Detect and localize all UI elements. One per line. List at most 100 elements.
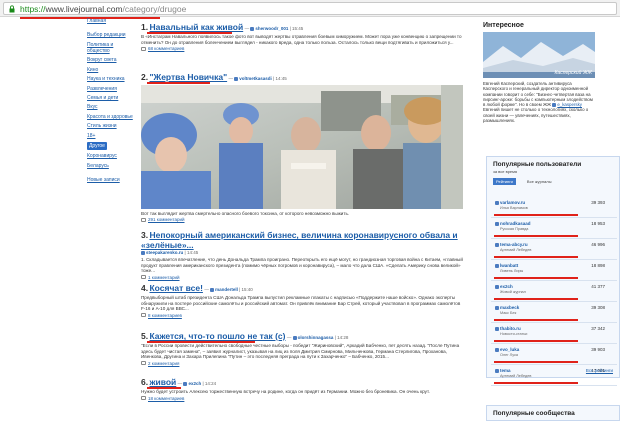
user-icon — [183, 381, 188, 386]
popular-user-name[interactable]: maxbeck — [495, 305, 519, 310]
nav-item-entertainment[interactable]: Развлечения — [87, 86, 133, 92]
popular-users-list: varlamov.ru Илья Варламов 39 393 nohradk… — [491, 197, 617, 386]
popular-user-desc: Артемий Лебедев — [500, 248, 532, 252]
comments-icon — [141, 275, 146, 280]
user-icon — [495, 200, 499, 205]
post-feed: 1. Навальный как живой — sherwoodr_001 |… — [141, 22, 463, 412]
popular-user-count: 46 996 — [591, 242, 605, 247]
entry-comments-link[interactable]: 1 комментарий — [148, 275, 180, 280]
interesting-user-link[interactable]: e_kaspersky — [557, 102, 582, 107]
popular-user-name[interactable]: tema — [495, 368, 511, 373]
nav-item-other[interactable]: Другое — [87, 141, 107, 151]
url-path: /category/drugoe — [122, 4, 187, 14]
browser-toolbar: https://www.livejournal.com/category/dru… — [0, 0, 620, 19]
entry-comments-link[interactable]: 2 комментария — [148, 361, 179, 366]
nav-item-cinema[interactable]: Кино — [87, 67, 133, 73]
nav-item-editors-choice[interactable]: Выбор редакции — [87, 32, 133, 38]
popular-user-row[interactable]: varlamov.ru Илья Варламов 39 393 — [491, 197, 617, 218]
entry-comments-link[interactable]: 18 комментариев — [148, 396, 184, 401]
entry-number: 2. — [141, 72, 149, 82]
nav-item-taste[interactable]: Вкус — [87, 104, 133, 110]
popular-user-name[interactable]: lwanbatt — [495, 263, 518, 268]
popular-user-desc: Ливень Лиры — [500, 269, 524, 273]
popular-user-row[interactable]: maxbeck Макс Бек 39 308 — [491, 302, 617, 323]
entry-author-link[interactable]: ex2ch — [188, 381, 201, 386]
user-icon — [552, 103, 557, 108]
nav-item-science[interactable]: Наука и техника — [87, 76, 133, 82]
category-nav: Главная Выбор редакции Политика и общест… — [87, 18, 133, 186]
user-icon — [495, 242, 499, 247]
entry-meta: — voltmetkasasdi | 14:45 — [228, 76, 287, 81]
nav-item-18plus[interactable]: 18+ — [87, 133, 133, 139]
tab-all-journals[interactable]: Все журналы — [524, 178, 555, 185]
entry-author-link[interactable]: voltmetkasasdi — [239, 76, 272, 81]
entry-meta: — sherwoodr_001 | 15:45 — [244, 26, 304, 31]
tab-ratings[interactable]: Рейтинги — [493, 178, 516, 185]
popular-user-row[interactable]: nohradkasaad Русская Правда 18 953 — [491, 218, 617, 239]
comments-icon — [141, 361, 146, 366]
popular-user-name[interactable]: tema-abcy.ru — [495, 242, 528, 247]
nav-item-travel[interactable]: Вокруг света — [87, 57, 133, 63]
popular-user-row[interactable]: thabito.ru Новости-статьи 37 342 — [491, 323, 617, 344]
nav-item-new-posts[interactable]: Новые записи — [87, 177, 133, 183]
entry-author-link[interactable]: mandertell — [215, 287, 238, 292]
entry-title-link[interactable]: живой — [149, 377, 176, 387]
row-red-underline — [494, 214, 578, 216]
row-red-underline — [494, 319, 578, 321]
nav-item-home[interactable]: Главная — [87, 18, 133, 24]
popular-user-name[interactable]: varlamov.ru — [495, 200, 525, 205]
nav-item-beauty[interactable]: Красота и здоровье — [87, 114, 133, 120]
popular-user-count: 37 342 — [591, 326, 605, 331]
entry-comments-link[interactable]: 68 комментариев — [148, 46, 184, 51]
popular-user-name[interactable]: evo_luka — [495, 347, 519, 352]
address-bar[interactable]: https://www.livejournal.com/category/dru… — [3, 2, 617, 19]
row-red-underline — [494, 298, 578, 300]
nav-item-belarus[interactable]: Беларусь — [87, 163, 133, 169]
popular-user-desc: Макс Бек — [500, 311, 517, 315]
user-icon — [250, 26, 255, 31]
nav-item-family[interactable]: Семья и дети — [87, 95, 133, 101]
entry-title-link[interactable]: Косячат все! — [149, 283, 202, 293]
title-red-underline — [147, 341, 255, 343]
entry-title-link[interactable]: Навальный как живой — [149, 22, 243, 32]
comments-icon — [141, 313, 146, 318]
entry-author-link[interactable]: olorshinnagassa — [298, 335, 334, 340]
all-ratings-link[interactable]: Все рейтинги — [586, 368, 613, 373]
url-host: www.livejournal.com — [45, 4, 123, 14]
nav-item-politics[interactable]: Политика и общество — [87, 42, 133, 54]
entry-author-link[interactable]: sherwoodr_001 — [255, 26, 288, 31]
hospital-photo-image — [141, 85, 463, 209]
popular-user-row[interactable]: lwanbatt Ливень Лиры 18 898 — [491, 260, 617, 281]
title-red-underline — [147, 82, 210, 84]
entry-title-link[interactable]: Непокорный американский бизнес, величина… — [141, 230, 458, 250]
row-red-underline — [494, 277, 578, 279]
popular-user-name[interactable]: thabito.ru — [495, 326, 521, 331]
interesting-photo[interactable]: Касперский ЖЖ — [483, 32, 595, 78]
nav-item-coronavirus[interactable]: Коронавирус — [87, 153, 133, 159]
entry-time: 14:45 — [275, 76, 287, 81]
popular-user-row[interactable]: ex2ch Живой журнал 41 377 — [491, 281, 617, 302]
nav-item-lifestyle[interactable]: Стиль жизни — [87, 123, 133, 129]
popular-user-name[interactable]: ex2ch — [495, 284, 513, 289]
popular-user-row[interactable]: evo_luka Олег Лука 39 903 — [491, 344, 617, 365]
popular-user-row[interactable]: tema-abcy.ru Артемий Лебедев 46 996 — [491, 239, 617, 260]
row-red-underline — [494, 340, 578, 342]
entry-author-link[interactable]: steepakarenko.ru — [146, 250, 183, 255]
entry-photo[interactable] — [141, 85, 463, 209]
popular-user-desc: Живой журнал — [500, 290, 526, 294]
user-icon — [292, 335, 297, 340]
entry-comments-link[interactable]: 291 комментарий — [148, 217, 185, 222]
popular-user-name[interactable]: nohradkasaad — [495, 221, 531, 226]
user-icon — [495, 221, 499, 226]
comments-icon — [141, 396, 146, 401]
entry-excerpt: "Если в России провести действительно св… — [141, 343, 460, 360]
entry-title-link[interactable]: Кажется, что-то пошло не так (с) — [149, 331, 285, 341]
entry-title-link[interactable]: "Жертва Новичка" — [149, 72, 227, 82]
entry-time: 15:45 — [292, 26, 304, 31]
row-red-underline — [494, 235, 578, 237]
entry-number: 5. — [141, 331, 149, 341]
entry-time: 14:28 — [337, 335, 349, 340]
entry-comments-link[interactable]: 8 комментариев — [148, 313, 182, 318]
user-icon — [495, 284, 499, 289]
entry-excerpt: 1. Складывается впечатление, что день До… — [141, 257, 463, 274]
